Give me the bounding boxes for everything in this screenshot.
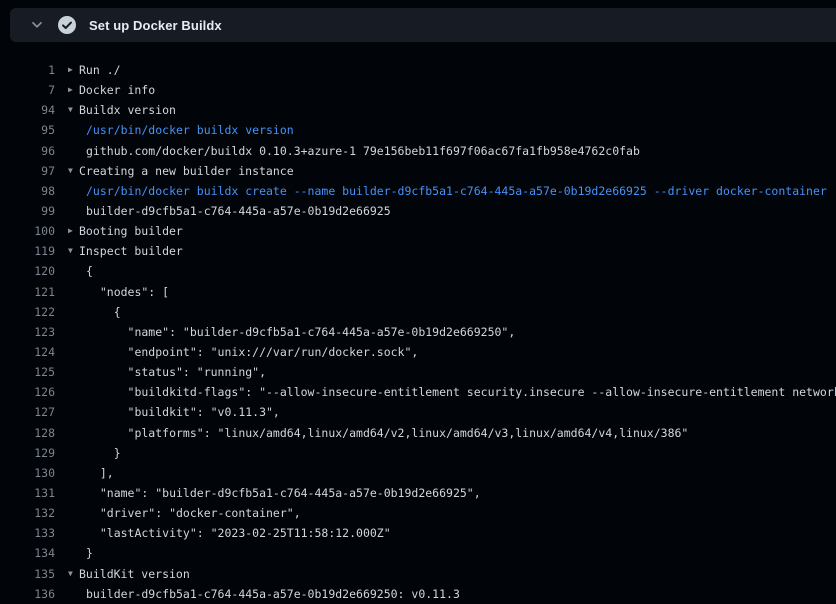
log-line: 96 github.com/docker/buildx 0.10.3+azure… (0, 141, 836, 161)
log-viewer: 1 ▶ Run ./ 7 ▶ Docker info 94 ▼ Buildx v… (0, 60, 836, 604)
log-text: "status": "running", (79, 362, 266, 382)
log-text: "buildkitd-flags": "--allow-insecure-ent… (79, 382, 836, 402)
caret-icon: ▶ (55, 80, 79, 100)
log-group-label[interactable]: Buildx version (79, 100, 176, 120)
line-number-link[interactable]: 98 (0, 181, 55, 201)
line-number-link[interactable]: 132 (0, 503, 55, 523)
line-number-link[interactable]: 122 (0, 302, 55, 322)
log-line: 129 } (0, 443, 836, 463)
line-number-link[interactable]: 97 (0, 161, 55, 181)
log-text: "name": "builder-d9cfb5a1-c764-445a-a57e… (79, 322, 515, 342)
line-number-link[interactable]: 99 (0, 201, 55, 221)
log-group-row[interactable]: 135 ▼ BuildKit version (0, 564, 836, 584)
log-group-label[interactable]: Run ./ (79, 60, 121, 80)
log-text: "buildkit": "v0.11.3", (79, 402, 280, 422)
log-line: 125 "status": "running", (0, 362, 836, 382)
line-number-link[interactable]: 136 (0, 584, 55, 604)
log-text: } (79, 543, 93, 563)
log-line: 132 "driver": "docker-container", (0, 503, 836, 523)
caret-icon: ▼ (55, 161, 79, 181)
log-group-label[interactable]: BuildKit version (79, 564, 190, 584)
log-line: 131 "name": "builder-d9cfb5a1-c764-445a-… (0, 483, 836, 503)
caret-icon: ▼ (55, 100, 79, 120)
log-group-row[interactable]: 94 ▼ Buildx version (0, 100, 836, 120)
log-group-label[interactable]: Docker info (79, 80, 155, 100)
log-group-row[interactable]: 1 ▶ Run ./ (0, 60, 836, 80)
line-number-link[interactable]: 1 (0, 60, 55, 80)
log-line: 98 /usr/bin/docker buildx create --name … (0, 181, 836, 201)
line-number-link[interactable]: 127 (0, 402, 55, 422)
line-number-link[interactable]: 126 (0, 382, 55, 402)
log-line: 128 "platforms": "linux/amd64,linux/amd6… (0, 423, 836, 443)
log-line: 134 } (0, 543, 836, 563)
log-line: 99 builder-d9cfb5a1-c764-445a-a57e-0b19d… (0, 201, 836, 221)
line-number-link[interactable]: 121 (0, 282, 55, 302)
log-text: builder-d9cfb5a1-c764-445a-a57e-0b19d2e6… (79, 201, 391, 221)
log-text: "lastActivity": "2023-02-25T11:58:12.000… (79, 523, 391, 543)
log-group-row[interactable]: 7 ▶ Docker info (0, 80, 836, 100)
log-text: github.com/docker/buildx 0.10.3+azure-1 … (79, 141, 640, 161)
log-line: 130 ], (0, 463, 836, 483)
log-text: builder-d9cfb5a1-c764-445a-a57e-0b19d2e6… (79, 584, 460, 604)
step-title: Set up Docker Buildx (89, 18, 222, 33)
log-text: { (79, 261, 93, 281)
caret-icon: ▼ (55, 564, 79, 584)
line-number-link[interactable]: 7 (0, 80, 55, 100)
log-line: 124 "endpoint": "unix:///var/run/docker.… (0, 342, 836, 362)
log-text: } (79, 443, 121, 463)
caret-icon: ▼ (55, 241, 79, 261)
line-number-link[interactable]: 129 (0, 443, 55, 463)
line-number-link[interactable]: 123 (0, 322, 55, 342)
log-group-label[interactable]: Booting builder (79, 221, 183, 241)
log-text: "nodes": [ (79, 282, 169, 302)
line-number-link[interactable]: 94 (0, 100, 55, 120)
log-line: 122 { (0, 302, 836, 322)
log-group-label[interactable]: Creating a new builder instance (79, 161, 294, 181)
log-text: ], (79, 463, 114, 483)
log-line: 120 { (0, 261, 836, 281)
log-line: 95 /usr/bin/docker buildx version (0, 120, 836, 140)
log-text: "endpoint": "unix:///var/run/docker.sock… (79, 342, 418, 362)
line-number-link[interactable]: 130 (0, 463, 55, 483)
caret-icon: ▶ (55, 221, 79, 241)
log-line: 121 "nodes": [ (0, 282, 836, 302)
line-number-link[interactable]: 95 (0, 120, 55, 140)
log-group-label[interactable]: Inspect builder (79, 241, 183, 261)
log-text: { (79, 302, 121, 322)
line-number-link[interactable]: 131 (0, 483, 55, 503)
log-line: 126 "buildkitd-flags": "--allow-insecure… (0, 382, 836, 402)
check-circle-icon (58, 16, 76, 34)
log-text: "name": "builder-d9cfb5a1-c764-445a-a57e… (79, 483, 481, 503)
caret-icon: ▶ (55, 60, 79, 80)
line-number-link[interactable]: 133 (0, 523, 55, 543)
log-line: 136 builder-d9cfb5a1-c764-445a-a57e-0b19… (0, 584, 836, 604)
line-number-link[interactable]: 125 (0, 362, 55, 382)
log-text: /usr/bin/docker buildx version (79, 120, 294, 140)
chevron-down-icon (30, 18, 44, 32)
log-line: 127 "buildkit": "v0.11.3", (0, 402, 836, 422)
log-group-row[interactable]: 97 ▼ Creating a new builder instance (0, 161, 836, 181)
log-group-row[interactable]: 100 ▶ Booting builder (0, 221, 836, 241)
line-number-link[interactable]: 96 (0, 141, 55, 161)
log-line: 123 "name": "builder-d9cfb5a1-c764-445a-… (0, 322, 836, 342)
line-number-link[interactable]: 134 (0, 543, 55, 563)
line-number-link[interactable]: 120 (0, 261, 55, 281)
line-number-link[interactable]: 128 (0, 423, 55, 443)
line-number-link[interactable]: 100 (0, 221, 55, 241)
log-group-row[interactable]: 119 ▼ Inspect builder (0, 241, 836, 261)
line-number-link[interactable]: 119 (0, 241, 55, 261)
log-text: "driver": "docker-container", (79, 503, 301, 523)
line-number-link[interactable]: 124 (0, 342, 55, 362)
step-header[interactable]: Set up Docker Buildx (10, 8, 836, 42)
line-number-link[interactable]: 135 (0, 564, 55, 584)
log-text: "platforms": "linux/amd64,linux/amd64/v2… (79, 423, 688, 443)
log-text: /usr/bin/docker buildx create --name bui… (79, 181, 827, 201)
log-line: 133 "lastActivity": "2023-02-25T11:58:12… (0, 523, 836, 543)
